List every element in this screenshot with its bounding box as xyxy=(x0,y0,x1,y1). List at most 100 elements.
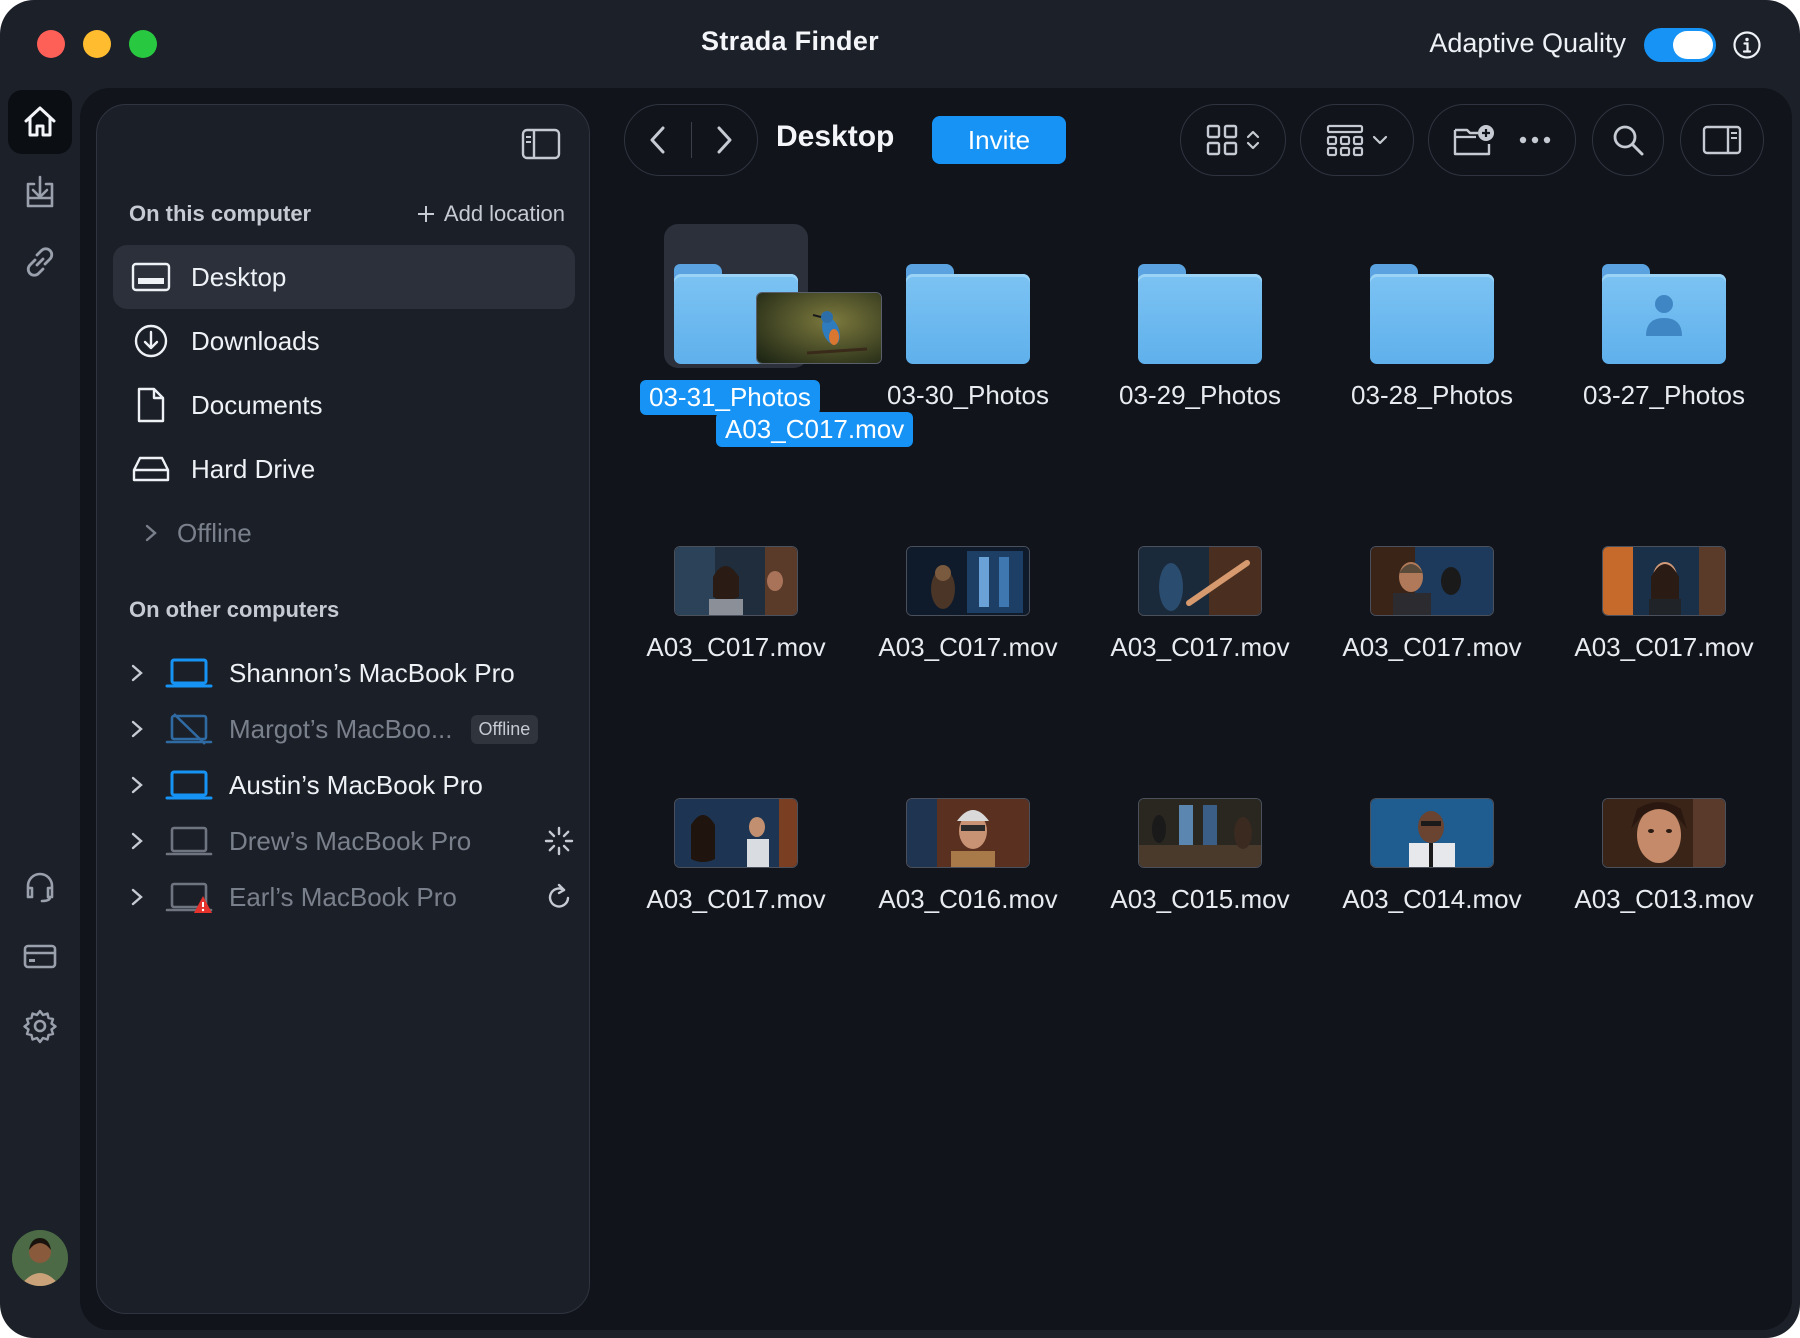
video-thumbnail xyxy=(674,798,798,868)
video-tile[interactable]: A03_C017.mov xyxy=(852,476,1084,676)
inspector-toggle-button[interactable] xyxy=(1680,104,1764,176)
harddrive-icon xyxy=(132,456,170,482)
computer-name: Drew’s MacBook Pro xyxy=(229,825,472,856)
card-icon xyxy=(23,944,57,969)
more-icon[interactable] xyxy=(1518,135,1552,145)
folder-tile[interactable]: 03-29_Photos xyxy=(1084,224,1316,424)
computer-name: Austin’s MacBook Pro xyxy=(229,769,483,800)
computer-item-austin[interactable]: Austin’s MacBook Pro xyxy=(125,755,575,815)
thumbnail xyxy=(1548,728,1780,868)
sidebar-item-desktop[interactable]: Desktop xyxy=(113,245,575,309)
import-button[interactable] xyxy=(8,160,72,224)
video-thumbnail xyxy=(1138,546,1262,616)
settings-button[interactable] xyxy=(8,994,72,1058)
video-tile[interactable]: A03_C017.mov xyxy=(620,476,852,676)
headset-icon xyxy=(26,872,54,903)
import-icon xyxy=(26,175,54,208)
video-tile[interactable]: A03_C014.mov xyxy=(1316,728,1548,928)
search-button[interactable] xyxy=(1592,104,1664,176)
video-thumbnail xyxy=(906,798,1030,868)
navigation-pill xyxy=(624,104,758,176)
add-location-label: Add location xyxy=(443,201,565,226)
chevron-right-icon xyxy=(131,888,143,906)
chevron-updown-icon xyxy=(1246,130,1260,150)
adaptive-quality-label: Adaptive Quality xyxy=(1429,28,1626,58)
folder-icon xyxy=(1370,264,1494,364)
view-mode-button[interactable] xyxy=(1180,104,1286,176)
billing-button[interactable] xyxy=(8,924,72,988)
video-tile[interactable]: A03_C017.mov xyxy=(1084,476,1316,676)
toggle-knob xyxy=(1673,31,1713,59)
on-this-computer-heading: On this computer xyxy=(129,201,312,226)
file-name-selected[interactable]: 03-31_Photos xyxy=(640,380,820,415)
folder-tile[interactable]: 03-28_Photos xyxy=(1316,224,1548,424)
refresh-icon xyxy=(548,883,570,908)
video-tile[interactable]: A03_C017.mov xyxy=(1548,476,1780,676)
folder-tile[interactable]: 03-27_Photos xyxy=(1548,224,1780,424)
sidebar-item-label: Hard Drive xyxy=(191,453,316,484)
folder-icon xyxy=(1138,264,1262,364)
computer-name: Shannon’s MacBook Pro xyxy=(229,657,515,688)
file-name: A03_C013.mov xyxy=(1574,884,1754,914)
folder-icon xyxy=(906,264,1030,364)
laptop-icon xyxy=(165,826,213,856)
sidebar-toggle-icon[interactable] xyxy=(521,127,561,161)
add-location-button[interactable]: Add location xyxy=(416,201,565,227)
sidebar-item-offline[interactable]: Offline xyxy=(113,501,575,565)
video-tile[interactable]: A03_C017.mov xyxy=(1316,476,1548,676)
thumbnail xyxy=(620,476,852,616)
title-bar: Strada Finder Adaptive Quality xyxy=(0,0,1800,88)
home-icon xyxy=(24,106,56,137)
icon-size-button[interactable] xyxy=(1300,104,1414,176)
video-thumbnail xyxy=(906,546,1030,616)
offline-badge: Offline xyxy=(470,714,539,744)
forward-button[interactable] xyxy=(692,105,758,175)
sidebar-item-documents[interactable]: Documents xyxy=(113,373,575,437)
thumbnail xyxy=(852,728,1084,868)
document-icon xyxy=(137,387,165,423)
video-tile[interactable]: A03_C015.mov xyxy=(1084,728,1316,928)
laptop-warning-icon xyxy=(165,882,213,913)
file-name: 03-27_Photos xyxy=(1583,380,1745,410)
back-button[interactable] xyxy=(625,105,691,175)
on-other-computers-heading: On other computers xyxy=(129,597,340,622)
video-thumbnail xyxy=(1370,798,1494,868)
invite-button[interactable]: Invite xyxy=(932,116,1066,164)
sidebar-item-downloads[interactable]: Downloads xyxy=(113,309,575,373)
thumbnail xyxy=(1548,224,1780,364)
thumbnail xyxy=(1548,476,1780,616)
video-tile[interactable]: A03_C013.mov xyxy=(1548,728,1780,928)
sidebar-item-label: Desktop xyxy=(191,261,287,292)
sidebar-item-hard-drive[interactable]: Hard Drive xyxy=(113,437,575,501)
new-folder-icon[interactable] xyxy=(1452,122,1496,158)
location-sidebar: On this computer Add location Desktop Do… xyxy=(96,104,590,1314)
user-avatar[interactable] xyxy=(12,1230,68,1286)
folder-tile[interactable]: 03-30_Photos xyxy=(852,224,1084,424)
folder-actions-group xyxy=(1428,104,1576,176)
computer-item-margot[interactable]: Margot’s MacBoo... Offline xyxy=(125,699,575,759)
app-title: Strada Finder xyxy=(701,26,879,56)
chevron-left-icon xyxy=(650,126,665,154)
grid-view-icon xyxy=(1206,124,1238,156)
video-thumbnail xyxy=(674,546,798,616)
thumbnail xyxy=(852,224,1084,364)
adaptive-quality-toggle[interactable] xyxy=(1644,28,1716,62)
computer-item-shannon[interactable]: Shannon’s MacBook Pro xyxy=(125,643,575,703)
home-button[interactable] xyxy=(8,90,72,154)
person-icon xyxy=(1646,295,1682,336)
computer-item-earl[interactable]: Earl’s MacBook Pro xyxy=(125,867,575,927)
chevron-right-icon xyxy=(131,720,143,738)
video-thumbnail xyxy=(1370,546,1494,616)
video-tile[interactable]: A03_C016.mov xyxy=(852,728,1084,928)
links-button[interactable] xyxy=(8,230,72,294)
computer-item-drew[interactable]: Drew’s MacBook Pro xyxy=(125,811,575,871)
plus-icon xyxy=(417,206,434,222)
support-button[interactable] xyxy=(8,854,72,918)
link-icon xyxy=(26,247,54,277)
info-icon[interactable] xyxy=(1732,30,1762,60)
chevron-right-icon xyxy=(131,776,143,794)
video-tile[interactable]: A03_C017.mov xyxy=(620,728,852,928)
left-rail xyxy=(0,88,80,1338)
desktop-icon xyxy=(131,262,171,292)
offline-label: Offline xyxy=(177,517,252,548)
